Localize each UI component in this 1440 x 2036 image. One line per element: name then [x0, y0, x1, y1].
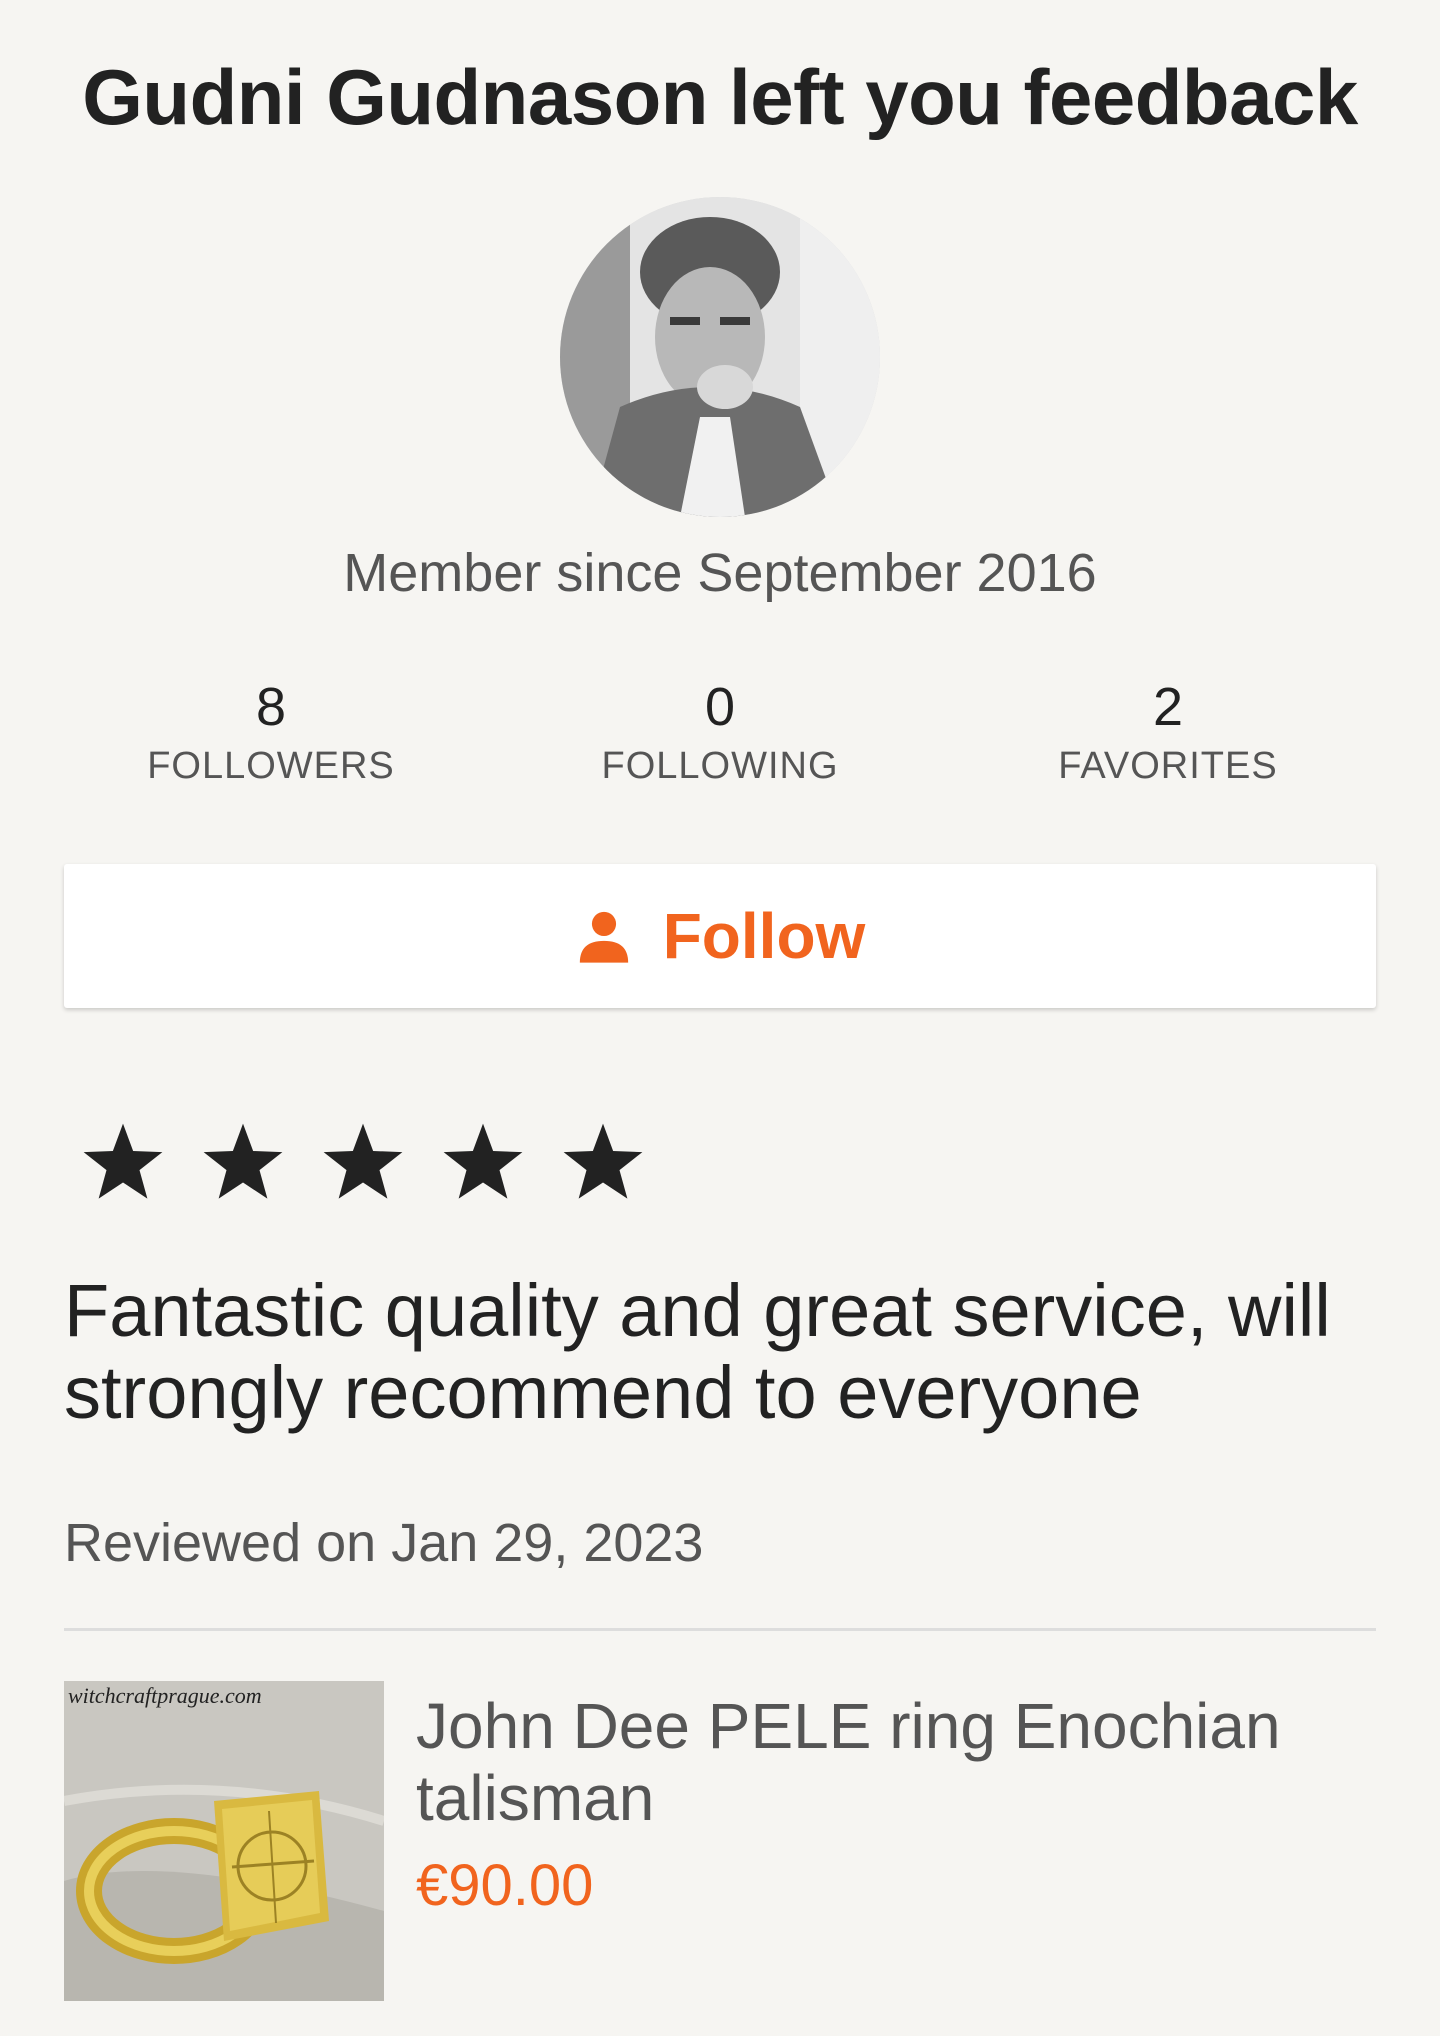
watermark-text: witchcraftprague.com: [68, 1683, 262, 1708]
listing-image[interactable]: witchcraftprague.com: [64, 1681, 384, 2001]
star-icon: [78, 1118, 168, 1208]
stat-favorites[interactable]: 2 FAVORITES: [988, 672, 1348, 790]
ring-photo: witchcraftprague.com: [64, 1681, 384, 2001]
star-icon: [438, 1118, 528, 1208]
stat-followers[interactable]: 8 FOLLOWERS: [91, 672, 451, 790]
review-text: Fantastic quality and great service, wil…: [64, 1269, 1331, 1434]
feedback-page: Gudni Gudnason left you feedback Member …: [0, 0, 1440, 2036]
follow-button[interactable]: Follow: [64, 864, 1376, 1008]
followers-count: 8: [255, 677, 287, 737]
star-icon: [558, 1118, 648, 1208]
follow-button-label: Follow: [662, 900, 866, 972]
followers-label: FOLLOWERS: [147, 745, 395, 787]
stats-row: 8 FOLLOWERS 0 FOLLOWING 2 FAVORITES: [0, 672, 1440, 802]
avatar-photo: [560, 197, 880, 517]
star-icon: [318, 1118, 408, 1208]
divider: [64, 1628, 1376, 1631]
member-since: Member since September 2016: [343, 543, 1097, 603]
star-icon: [198, 1118, 288, 1208]
listing-price: €90.00: [416, 1853, 594, 1918]
following-label: FOLLOWING: [601, 745, 839, 787]
favorites-count: 2: [1152, 677, 1184, 737]
favorites-label: FAVORITES: [1058, 745, 1278, 787]
following-count: 0: [704, 677, 736, 737]
page-title: Gudni Gudnason left you feedback: [82, 53, 1358, 141]
person-icon: [575, 907, 633, 965]
listing-title[interactable]: John Dee PELE ring Enochian talisman: [416, 1690, 1396, 1834]
avatar[interactable]: [560, 197, 880, 517]
star-rating: [78, 1118, 678, 1218]
review-date: Reviewed on Jan 29, 2023: [64, 1513, 704, 1573]
stat-following[interactable]: 0 FOLLOWING: [540, 672, 900, 790]
